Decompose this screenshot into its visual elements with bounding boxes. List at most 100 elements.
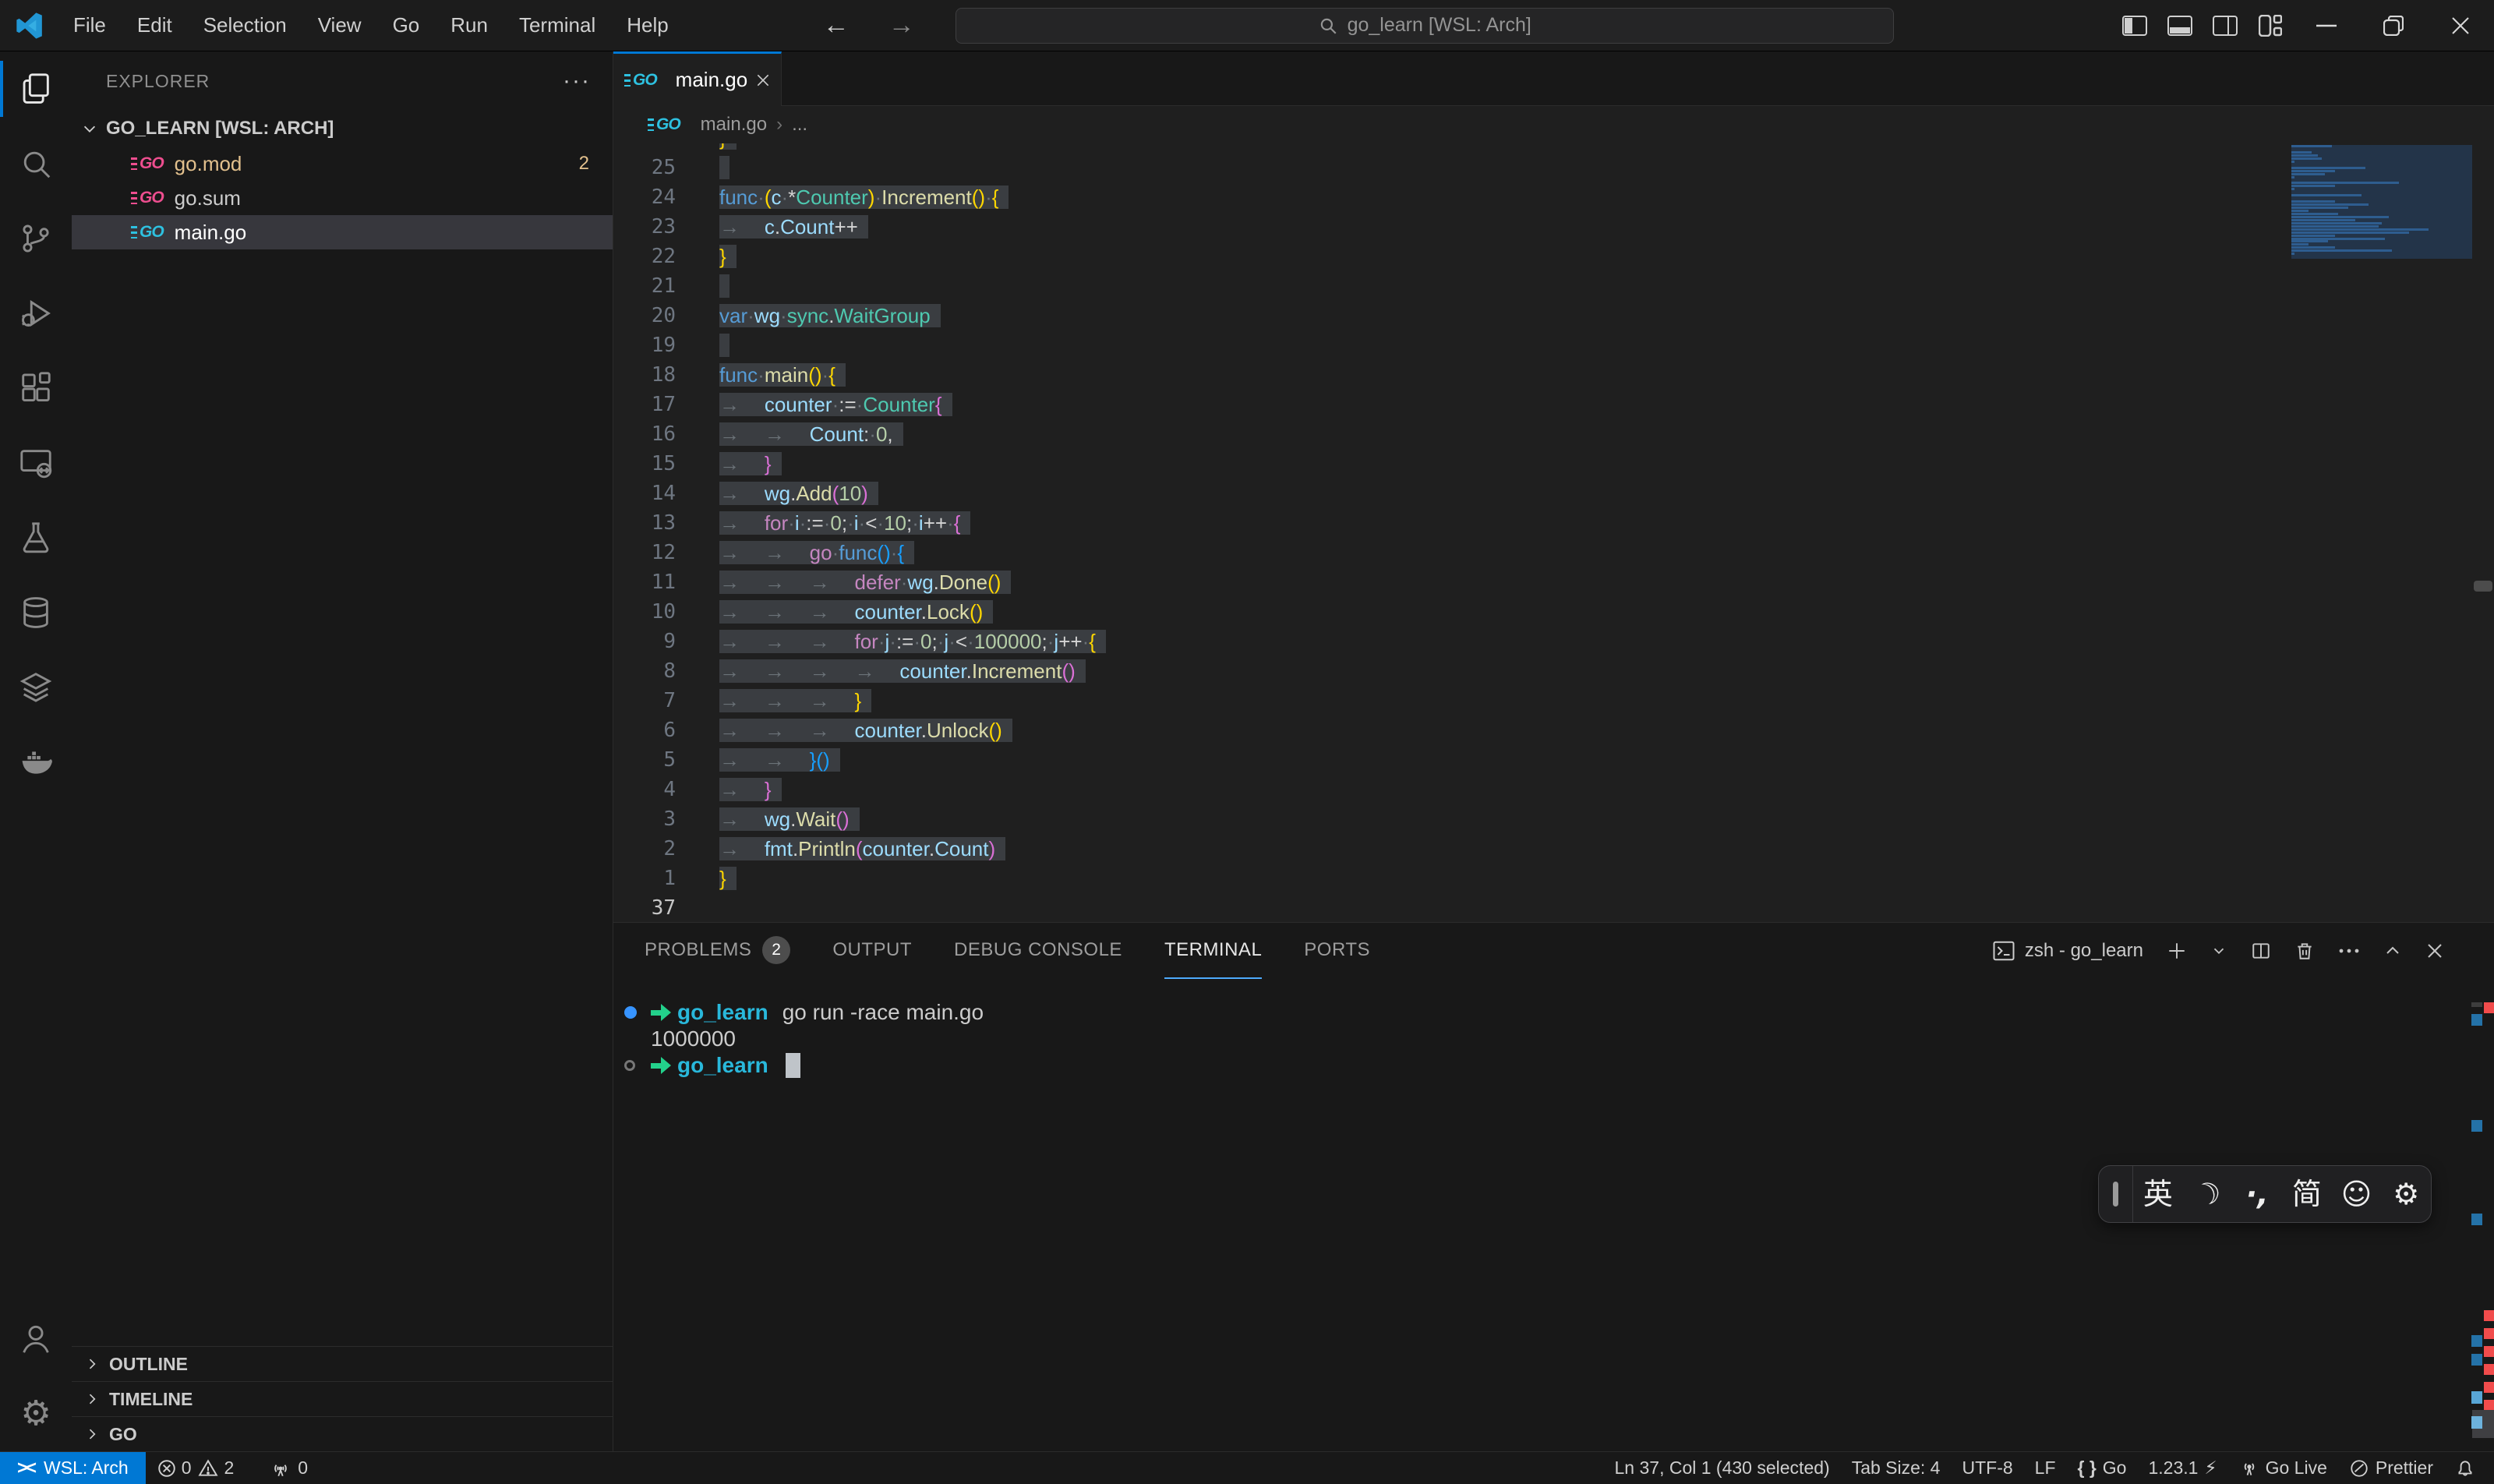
project-root-label: GO_LEARN [WSL: ARCH] bbox=[106, 118, 334, 140]
activity-files-icon[interactable] bbox=[0, 51, 72, 126]
menu-item-help[interactable]: Help bbox=[614, 9, 680, 42]
line-number: 11 bbox=[613, 567, 676, 597]
menu-item-selection[interactable]: Selection bbox=[191, 9, 299, 42]
tab-close-icon[interactable] bbox=[755, 72, 771, 88]
status-go-live[interactable]: Go Live bbox=[2228, 1458, 2338, 1479]
toggle-secondary-sidebar-icon[interactable] bbox=[2203, 4, 2248, 48]
status-ln-37-col-1-430-selected-[interactable]: Ln 37, Col 1 (430 selected) bbox=[1604, 1458, 1841, 1479]
ime-drag-handle[interactable] bbox=[2099, 1166, 2133, 1222]
activity-docker-icon[interactable] bbox=[0, 725, 72, 800]
file-item-go-mod[interactable]: GOgo.mod2 bbox=[72, 147, 613, 181]
activity-source-control-icon[interactable] bbox=[0, 201, 72, 276]
panel-tab-debug-console[interactable]: DEBUG CONSOLE bbox=[954, 923, 1122, 979]
tab-main-go[interactable]: GO main.go bbox=[613, 51, 782, 106]
sidebar-section-timeline[interactable]: TIMELINE bbox=[72, 1381, 613, 1416]
toggle-panel-icon[interactable] bbox=[2157, 4, 2203, 48]
file-item-go-sum[interactable]: GOgo.sum bbox=[72, 181, 613, 215]
new-terminal-icon[interactable] bbox=[2167, 941, 2187, 961]
menu-item-go[interactable]: Go bbox=[380, 9, 433, 42]
line-number: 17 bbox=[613, 390, 676, 419]
breadcrumb-symbol[interactable]: ... bbox=[792, 114, 807, 136]
notifications-bell-icon[interactable] bbox=[2444, 1458, 2486, 1479]
explorer-sidebar: EXPLORER ··· GO_LEARN [WSL: ARCH] GO go.m… bbox=[72, 51, 613, 1451]
restore-button[interactable] bbox=[2360, 1, 2427, 51]
code-line-7: 7→→→} bbox=[613, 686, 2291, 716]
line-number: 16 bbox=[613, 419, 676, 449]
go-file-icon: GO bbox=[648, 115, 680, 134]
maximize-panel-icon[interactable] bbox=[2383, 942, 2402, 960]
menu-item-edit[interactable]: Edit bbox=[125, 9, 185, 42]
ime-emoji-icon[interactable]: ☺ bbox=[2332, 1166, 2382, 1222]
status-utf-8[interactable]: UTF-8 bbox=[1951, 1458, 2023, 1479]
status-label: Prettier bbox=[2376, 1458, 2433, 1479]
split-terminal-icon[interactable] bbox=[2251, 941, 2271, 961]
code-line-partial: } bbox=[613, 143, 2291, 153]
status-tab-size-4[interactable]: Tab Size: 4 bbox=[1841, 1458, 1952, 1479]
breadcrumb-file[interactable]: main.go bbox=[701, 114, 767, 136]
activity-run-debug-icon[interactable] bbox=[0, 276, 72, 351]
remote-icon: >< bbox=[17, 1458, 34, 1479]
activity-account-icon[interactable] bbox=[0, 1302, 72, 1376]
panel-tab-ports[interactable]: PORTS bbox=[1304, 923, 1370, 979]
minimize-button[interactable] bbox=[2293, 1, 2360, 51]
code-editor[interactable]: }2524func·(c·*Counter)·Increment()·{23→c… bbox=[613, 143, 2494, 922]
status-label: UTF-8 bbox=[1962, 1458, 2012, 1479]
breadcrumb[interactable]: GO main.go › ... bbox=[613, 106, 2494, 143]
activity-database-icon[interactable] bbox=[0, 575, 72, 650]
command-center-search[interactable]: go_learn [WSL: Arch] bbox=[956, 8, 1894, 44]
toggle-sidebar-icon[interactable] bbox=[2112, 4, 2157, 48]
file-name: go.mod bbox=[175, 152, 242, 176]
file-item-main-go[interactable]: GOmain.go bbox=[72, 215, 613, 249]
editor-scrollbar-thumb[interactable] bbox=[2474, 581, 2492, 592]
menu-item-view[interactable]: View bbox=[306, 9, 374, 42]
status-lf[interactable]: LF bbox=[2024, 1458, 2067, 1479]
panel-tab-terminal[interactable]: TERMINAL bbox=[1164, 923, 1262, 979]
status-1-23-1[interactable]: 1.23.1⚡ bbox=[2137, 1458, 2227, 1479]
ime-settings-gear-icon[interactable]: ⚙ bbox=[2381, 1166, 2431, 1222]
file-problems-badge: 2 bbox=[579, 153, 589, 175]
close-panel-icon[interactable] bbox=[2425, 942, 2444, 960]
project-root-folder[interactable]: GO_LEARN [WSL: ARCH] bbox=[72, 111, 613, 147]
panel-more-icon[interactable] bbox=[2338, 947, 2360, 955]
nav-forward-icon[interactable]: → bbox=[879, 4, 924, 48]
activity-layers-icon[interactable] bbox=[0, 650, 72, 725]
ime-simplified-toggle[interactable]: 简 bbox=[2282, 1166, 2332, 1222]
menu-item-file[interactable]: File bbox=[61, 9, 118, 42]
ports-indicator[interactable]: 0 bbox=[259, 1458, 319, 1479]
ime-language-toggle[interactable]: 英 bbox=[2133, 1166, 2183, 1222]
activity-extensions-icon[interactable] bbox=[0, 351, 72, 426]
ime-toolbar: 英 ☽ ·, 简 ☺ ⚙ bbox=[2098, 1165, 2432, 1223]
terminal-output[interactable]: go_learngo run -race main.go1000000go_le… bbox=[613, 979, 2494, 1079]
activity-remote-explorer-icon[interactable] bbox=[0, 426, 72, 500]
chevron-down-icon bbox=[81, 120, 98, 137]
panel-tab-problems[interactable]: PROBLEMS2 bbox=[645, 923, 790, 979]
status-go[interactable]: { }Go bbox=[2067, 1458, 2138, 1479]
activity-search-icon[interactable] bbox=[0, 126, 72, 201]
nav-back-icon[interactable]: ← bbox=[814, 4, 859, 48]
code-line-25: 25 bbox=[613, 153, 2291, 182]
explorer-title: EXPLORER bbox=[106, 71, 210, 92]
panel-tab-output[interactable]: OUTPUT bbox=[832, 923, 912, 979]
problems-indicator[interactable]: 0 2 bbox=[146, 1458, 246, 1479]
sidebar-section-go[interactable]: GO bbox=[72, 1416, 613, 1451]
kill-terminal-icon[interactable] bbox=[2294, 941, 2315, 961]
terminal-dropdown-icon[interactable] bbox=[2210, 942, 2227, 959]
close-window-button[interactable] bbox=[2427, 1, 2494, 51]
status-prettier[interactable]: Prettier bbox=[2338, 1458, 2444, 1479]
minimap[interactable] bbox=[2291, 143, 2472, 922]
activity-settings-icon[interactable]: ⚙ bbox=[0, 1376, 72, 1451]
activity-testing-icon[interactable] bbox=[0, 500, 72, 575]
scrollbar-error-mark bbox=[2484, 1002, 2494, 1013]
line-number: 14 bbox=[613, 479, 676, 508]
ime-punctuation-toggle[interactable]: ·, bbox=[2232, 1166, 2282, 1222]
customize-layout-icon[interactable] bbox=[2248, 4, 2293, 48]
scrollbar-command-mark bbox=[2471, 1391, 2482, 1404]
code-line-4: 4→} bbox=[613, 775, 2291, 804]
explorer-more-icon[interactable]: ··· bbox=[563, 68, 591, 94]
menu-item-run[interactable]: Run bbox=[438, 9, 500, 42]
terminal-instance-label[interactable]: zsh - go_learn bbox=[1992, 939, 2143, 963]
sidebar-section-outline[interactable]: OUTLINE bbox=[72, 1346, 613, 1381]
menu-item-terminal[interactable]: Terminal bbox=[507, 9, 608, 42]
ime-halfwidth-moon-icon[interactable]: ☽ bbox=[2174, 1159, 2240, 1228]
remote-indicator[interactable]: >< WSL: Arch bbox=[0, 1452, 146, 1484]
